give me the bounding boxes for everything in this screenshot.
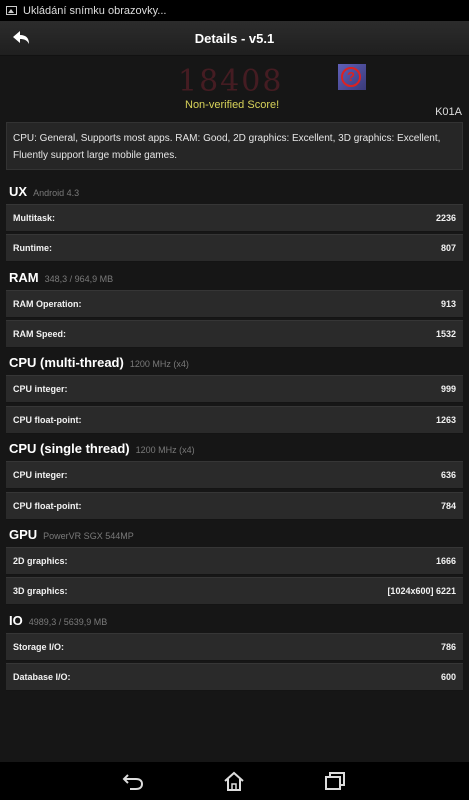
result-row-cpu-integer-single: CPU integer: 636: [6, 461, 463, 489]
result-row-2d-graphics: 2D graphics: 1666: [6, 547, 463, 575]
device-description: CPU: General, Supports most apps. RAM: G…: [6, 122, 463, 170]
result-row-ram-speed: RAM Speed: 1532: [6, 320, 463, 348]
section-cpu-multi-header: CPU (multi-thread) 1200 MHz (x4): [9, 355, 189, 370]
section-title: IO: [9, 613, 23, 628]
result-label: Storage I/O:: [13, 642, 65, 652]
result-value: 807: [440, 243, 456, 253]
section-title: CPU (single thread): [9, 441, 130, 456]
section-subtitle: 348,3 / 964,9 MB: [44, 274, 114, 284]
result-label: Database I/O:: [13, 672, 71, 682]
result-row-cpu-float-multi: CPU float-point: 1263: [6, 406, 463, 434]
result-value: 1263: [435, 415, 456, 425]
back-arrow-icon[interactable]: [10, 27, 32, 49]
device-model: K01A: [435, 106, 462, 118]
nav-recents-icon[interactable]: [324, 771, 346, 791]
section-gpu-header: GPU PowerVR SGX 544MP: [9, 527, 134, 542]
help-glyph: ?: [341, 67, 361, 87]
result-row-storage-io: Storage I/O: 786: [6, 633, 463, 661]
help-icon[interactable]: ?: [338, 64, 366, 90]
non-verified-label: Non-verified Score!: [185, 99, 280, 111]
result-label: CPU float-point:: [13, 415, 82, 425]
navigation-bar: [0, 762, 469, 800]
result-row-runtime: Runtime: 807: [6, 234, 463, 262]
result-label: RAM Operation:: [13, 299, 82, 309]
section-subtitle: PowerVR SGX 544MP: [43, 531, 134, 541]
section-title: GPU: [9, 527, 38, 542]
result-row-cpu-integer-multi: CPU integer: 999: [6, 375, 463, 403]
result-value: 1532: [435, 329, 456, 339]
result-value: 913: [440, 299, 456, 309]
score-ghost: 18408: [178, 64, 284, 99]
status-bar: Ukládání snímku obrazovky...: [0, 0, 469, 21]
result-row-database-io: Database I/O: 600: [6, 663, 463, 691]
details-content[interactable]: 18408 Non-verified Score! ? K01A CPU: Ge…: [0, 56, 469, 762]
section-title: UX: [9, 184, 28, 199]
section-subtitle: 4989,3 / 5639,9 MB: [28, 617, 108, 627]
result-label: 2D graphics:: [13, 556, 68, 566]
result-label: CPU float-point:: [13, 501, 82, 511]
result-row-3d-graphics: 3D graphics: [1024x600] 6221: [6, 577, 463, 605]
result-value: 1666: [435, 556, 456, 566]
section-ram-header: RAM 348,3 / 964,9 MB: [9, 270, 113, 285]
result-row-ram-operation: RAM Operation: 913: [6, 290, 463, 318]
section-title: CPU (multi-thread): [9, 355, 124, 370]
section-subtitle: Android 4.3: [33, 188, 80, 198]
result-label: RAM Speed:: [13, 329, 67, 339]
result-row-multitask: Multitask: 2236: [6, 204, 463, 232]
result-label: Multitask:: [13, 213, 56, 223]
result-label: 3D graphics:: [13, 586, 68, 596]
result-label: Runtime:: [13, 243, 52, 253]
section-subtitle: 1200 MHz (x4): [129, 359, 189, 369]
page-title: Details - v5.1: [194, 30, 275, 46]
image-icon: [6, 6, 17, 15]
section-subtitle: 1200 MHz (x4): [135, 445, 195, 455]
result-value: 784: [440, 501, 456, 511]
section-title: RAM: [9, 270, 39, 285]
result-label: CPU integer:: [13, 384, 68, 394]
section-cpu-single-header: CPU (single thread) 1200 MHz (x4): [9, 441, 195, 456]
result-row-cpu-float-single: CPU float-point: 784: [6, 492, 463, 520]
result-value: [1024x600] 6221: [387, 586, 456, 596]
score-header: 18408 Non-verified Score! ? K01A: [0, 56, 469, 120]
nav-back-icon[interactable]: [122, 771, 144, 791]
result-value: 786: [440, 642, 456, 652]
nav-home-icon[interactable]: [223, 771, 245, 791]
section-io-header: IO 4989,3 / 5639,9 MB: [9, 613, 107, 628]
result-value: 636: [440, 470, 456, 480]
result-label: CPU integer:: [13, 470, 68, 480]
result-value: 600: [440, 672, 456, 682]
section-ux-header: UX Android 4.3: [9, 184, 79, 199]
result-value: 2236: [435, 213, 456, 223]
result-value: 999: [440, 384, 456, 394]
action-bar: Details - v5.1: [0, 21, 469, 56]
status-notification-text: Ukládání snímku obrazovky...: [23, 4, 167, 17]
